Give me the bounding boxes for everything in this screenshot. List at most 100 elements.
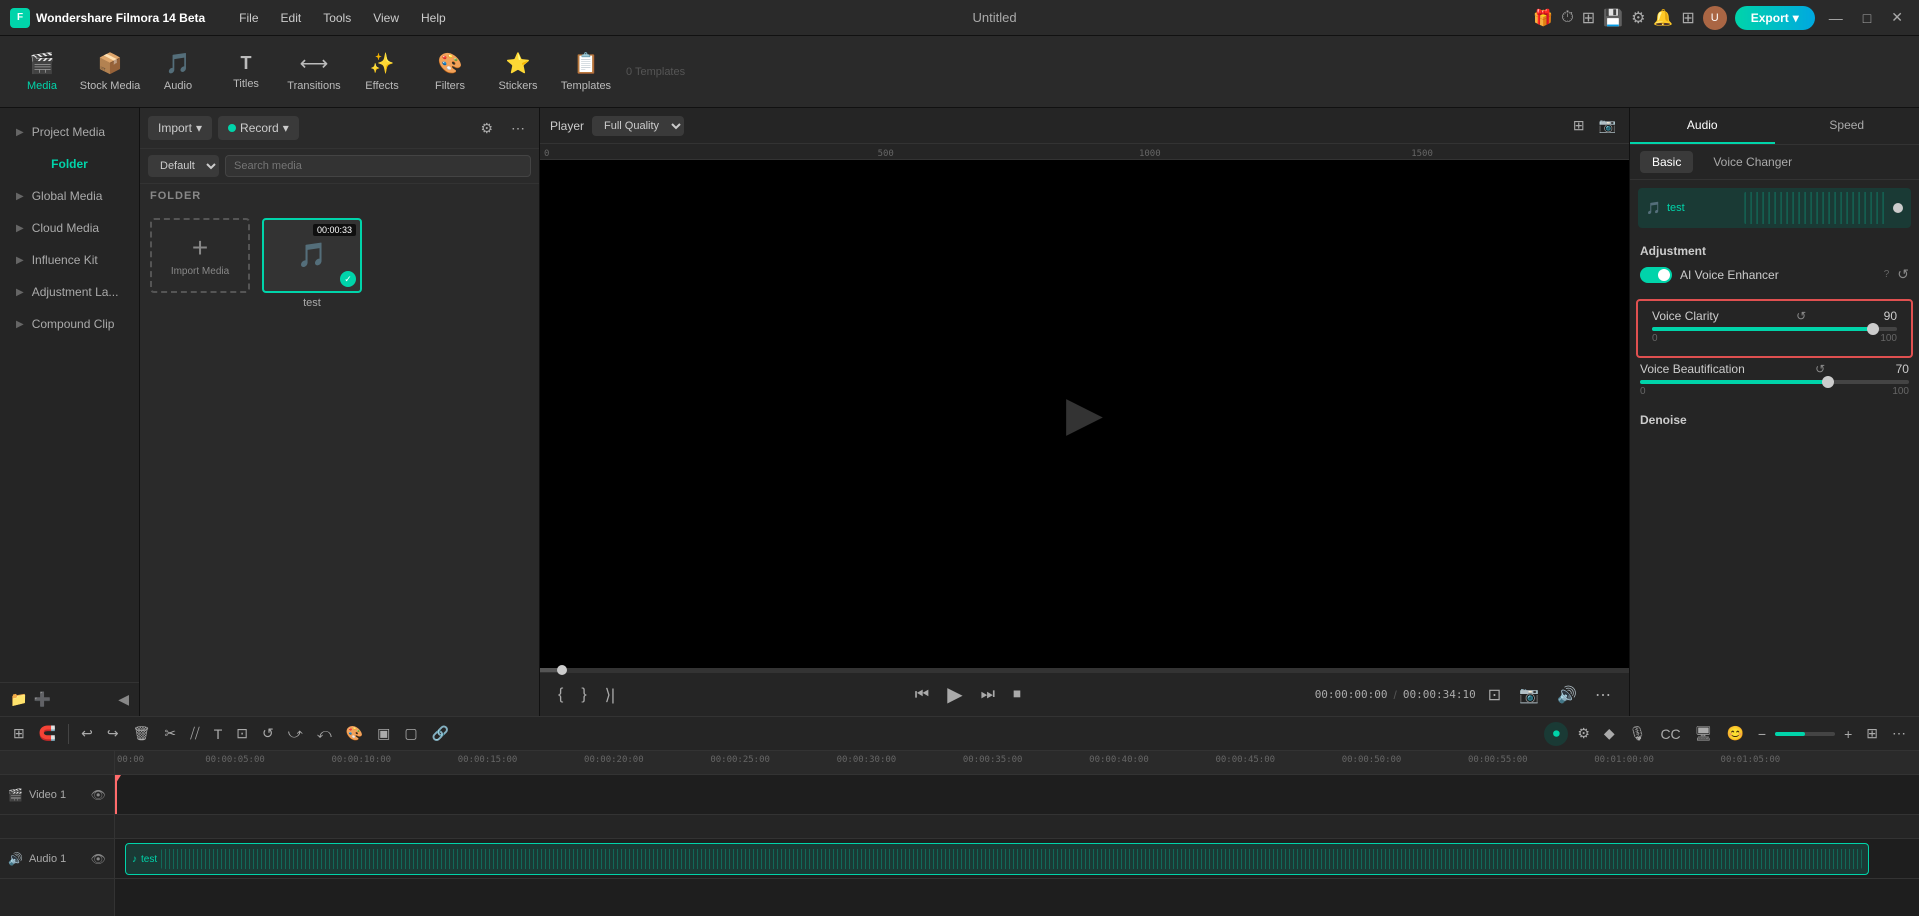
settings-timeline-btn[interactable]: ⚙ [1572,722,1595,745]
more-player-btn[interactable]: ⋯ [1589,682,1617,708]
sidebar-item-adjustment[interactable]: ▶ Adjustment La... [4,277,135,307]
toolbar-media[interactable]: 🎬 Media [10,42,74,102]
toolbar-stickers[interactable]: ⭐ Stickers [486,42,550,102]
menu-view[interactable]: View [363,7,409,29]
mark-out-button[interactable]: } [575,683,592,707]
user-avatar[interactable]: U [1703,6,1727,30]
delete-btn[interactable]: 🗑 [128,722,156,745]
toolbar-titles[interactable]: T Titles [214,42,278,102]
collapse-icon[interactable]: ◀ [118,691,129,708]
help-icon[interactable]: ? [1884,269,1890,280]
text-btn[interactable]: T [209,723,228,745]
layout-icon[interactable]: ⊞ [1582,8,1595,28]
minimize-button[interactable]: — [1823,8,1849,28]
sidebar-item-cloud-media[interactable]: ▶ Cloud Media [4,213,135,243]
sidebar-item-compound-clip[interactable]: ▶ Compound Clip [4,309,135,339]
eye-icon[interactable]: 👁 [91,788,106,802]
crop-btn[interactable]: ⊡ [231,722,253,745]
voice-clarity-handle[interactable] [1867,323,1879,335]
rotate-btn[interactable]: ↺ [257,722,279,745]
notification-icon[interactable]: 🔔 [1653,8,1673,28]
sub-tab-basic[interactable]: Basic [1640,151,1693,173]
voice-clarity-reset[interactable]: ↺ [1796,309,1806,323]
add-icon[interactable]: ➕ [33,691,50,708]
record-timeline-btn[interactable]: ⏺ [1544,722,1568,746]
export-button[interactable]: Export ▾ [1735,6,1815,30]
redo-btn[interactable]: ↪ [102,722,124,745]
ai-voice-enhancer-toggle[interactable] [1640,267,1672,283]
record-button[interactable]: Record ▾ [218,116,299,140]
fast-forward-button[interactable]: ⏭ [975,683,1001,707]
voice-beautification-reset[interactable]: ↺ [1815,362,1825,376]
forward-btn[interactable]: ⤻ [283,722,308,745]
voice-btn[interactable]: 🎙 [1624,722,1652,745]
voice-beautification-track[interactable] [1640,380,1909,384]
toolbar-effects[interactable]: ✨ Effects [350,42,414,102]
media-item-test[interactable]: 00:00:33 🎵 ✓ test [262,218,362,309]
player-progress-bar[interactable] [540,668,1629,672]
camera-button[interactable]: 📷 [1513,682,1545,708]
audio-clip-test[interactable]: ♪ test [125,843,1869,875]
default-select[interactable]: Default [148,155,219,177]
save-icon[interactable]: 💾 [1603,8,1623,28]
zoom-slider[interactable] [1775,732,1835,736]
sidebar-item-project-media[interactable]: ▶ Project Media [4,117,135,147]
mark-btn[interactable]: ◆ [1599,722,1620,745]
gift-icon[interactable]: 🎁 [1533,8,1553,28]
go-to-start-button[interactable]: ⟩| [599,682,621,708]
menu-help[interactable]: Help [411,7,456,29]
undo-btn[interactable]: ↩ [76,722,98,745]
grid-icon[interactable]: ⊞ [1681,8,1694,28]
close-button[interactable]: ✕ [1885,7,1909,28]
snapshot-button[interactable]: 📷 [1596,114,1619,137]
toolbar-templates[interactable]: 📋 Templates [554,42,618,102]
fit-view-button[interactable]: ⊡ [1482,682,1507,708]
quality-select[interactable]: Full Quality [592,116,684,136]
waveform-handle[interactable] [1893,203,1903,213]
split-btn[interactable]: ⧸⧸ [185,722,205,745]
magnet-btn[interactable]: 🧲 [34,722,61,745]
zoom-out-btn[interactable]: − [1753,723,1771,745]
group-btn[interactable]: ▣ [372,722,395,745]
play-button[interactable]: ▶ [941,679,968,710]
maximize-button[interactable]: □ [1857,8,1877,28]
toolbar-stock-media[interactable]: 📦 Stock Media [78,42,142,102]
color-btn[interactable]: 🎨 [341,722,368,745]
new-folder-icon[interactable]: 📁 [10,691,27,708]
import-placeholder[interactable]: + Import Media [150,218,250,293]
caption-btn[interactable]: CC [1655,723,1685,745]
filter-button[interactable]: ⚙ [474,117,499,140]
toolbar-transitions[interactable]: ⟷ Transitions [282,42,346,102]
grid-view-button[interactable]: ⊞ [1570,114,1588,137]
sidebar-item-global-media[interactable]: ▶ Global Media [4,181,135,211]
timer-icon[interactable]: ⏱ [1561,9,1573,27]
stop-button[interactable]: ⏹ [1007,683,1027,707]
voice-clarity-track[interactable] [1652,327,1897,331]
timeline-ruler-main[interactable]: 00:00 00:00:05:00 00:00:10:00 00:00:15:0… [115,751,1919,775]
emoji-btn[interactable]: 😊 [1721,722,1748,745]
toolbar-audio[interactable]: 🎵 Audio [146,42,210,102]
rewind-button[interactable]: ⏮ [909,683,935,707]
menu-file[interactable]: File [229,7,268,29]
tab-audio[interactable]: Audio [1630,108,1775,144]
extra-btn[interactable]: ⋯ [1887,722,1911,745]
import-button[interactable]: Import ▾ [148,116,212,140]
cut-btn[interactable]: ✂ [159,722,181,745]
audio-eye-icon[interactable]: 👁 [91,852,106,866]
menu-edit[interactable]: Edit [271,7,312,29]
player-progress-handle[interactable] [557,665,567,675]
tab-speed[interactable]: Speed [1775,108,1919,144]
ai-reset-button[interactable]: ↺ [1897,266,1909,283]
search-input[interactable] [225,155,531,177]
voice-beautification-handle[interactable] [1822,376,1834,388]
mark-in-button[interactable]: { [552,683,569,707]
menu-tools[interactable]: Tools [313,7,361,29]
back-btn[interactable]: ⤺ [312,722,337,745]
ungroup-btn[interactable]: ▢ [399,722,422,745]
sidebar-item-folder[interactable]: Folder [4,149,135,179]
zoom-in-btn[interactable]: + [1839,723,1857,745]
sub-tab-voice-changer[interactable]: Voice Changer [1701,151,1804,173]
more-timeline-btn[interactable]: ⊞ [1861,722,1883,745]
audio-ctrl-button[interactable]: 🔊 [1551,682,1583,708]
media-thumb-test[interactable]: 00:00:33 🎵 ✓ [262,218,362,293]
